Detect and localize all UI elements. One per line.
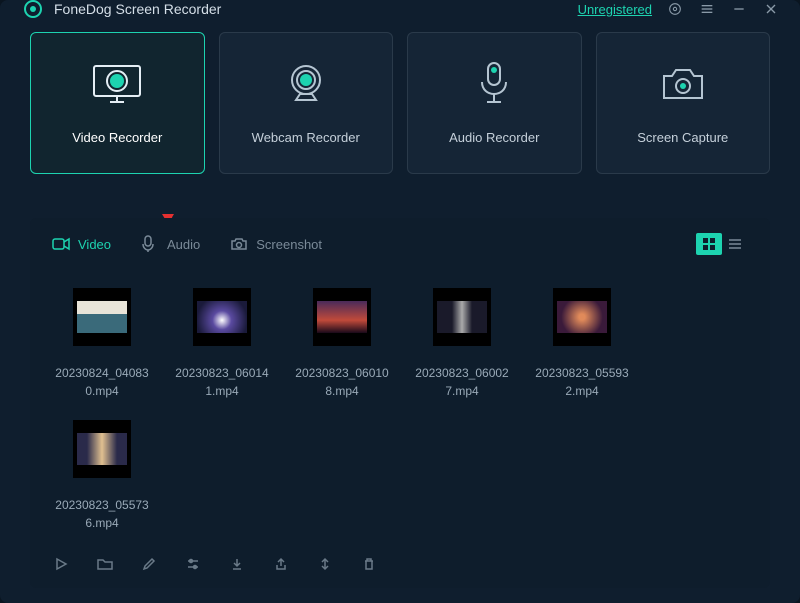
- thumbnail-icon: [433, 288, 491, 346]
- mode-video-recorder[interactable]: Video Recorder: [30, 32, 205, 174]
- tab-label: Video: [78, 237, 111, 252]
- grid-view-button[interactable]: [696, 233, 722, 255]
- mode-label: Screen Capture: [637, 130, 728, 145]
- titlebar: FoneDog Screen Recorder Unregistered: [0, 0, 800, 18]
- minimize-icon[interactable]: [730, 0, 748, 18]
- mode-webcam-recorder[interactable]: Webcam Recorder: [219, 32, 394, 174]
- tab-video[interactable]: Video: [52, 235, 111, 253]
- list-item[interactable]: 20230823_060108.mp4: [292, 288, 392, 400]
- play-button[interactable]: [52, 555, 70, 573]
- menu-icon[interactable]: [698, 0, 716, 18]
- list-item[interactable]: 20230823_055932.mp4: [532, 288, 632, 400]
- settings-gear-icon[interactable]: [666, 0, 684, 18]
- app-title: FoneDog Screen Recorder: [54, 1, 221, 17]
- mode-label: Video Recorder: [72, 130, 162, 145]
- app-logo-icon: [24, 0, 42, 18]
- thumbnail-icon: [193, 288, 251, 346]
- titlebar-controls: Unregistered: [578, 0, 780, 18]
- thumbnail-icon: [553, 288, 611, 346]
- sliders-button[interactable]: [184, 555, 202, 573]
- thumbnail-icon: [73, 288, 131, 346]
- microphone-icon: [477, 62, 511, 106]
- tab-label: Audio: [167, 237, 200, 252]
- screenshot-icon: [230, 235, 248, 253]
- library-toolbar: [30, 540, 770, 588]
- tab-audio[interactable]: Audio: [141, 235, 200, 253]
- library-tabs: Video Audio Screenshot: [30, 218, 770, 270]
- list-view-button[interactable]: [722, 233, 748, 255]
- thumbnail-icon: [73, 420, 131, 478]
- tab-label: Screenshot: [256, 237, 322, 252]
- registration-status-link[interactable]: Unregistered: [578, 2, 652, 17]
- file-name: 20230823_055736.mp4: [52, 496, 152, 532]
- mode-label: Audio Recorder: [449, 130, 539, 145]
- video-icon: [52, 235, 70, 253]
- audio-icon: [141, 235, 159, 253]
- file-name: 20230823_055932.mp4: [532, 364, 632, 400]
- mode-audio-recorder[interactable]: Audio Recorder: [407, 32, 582, 174]
- main-window: FoneDog Screen Recorder Unregistered: [0, 0, 800, 603]
- tab-screenshot[interactable]: Screenshot: [230, 235, 322, 253]
- thumbnail-icon: [313, 288, 371, 346]
- share-button[interactable]: [272, 555, 290, 573]
- file-name: 20230824_040830.mp4: [52, 364, 152, 400]
- library-panel: Video Audio Screenshot: [30, 218, 770, 588]
- download-button[interactable]: [228, 555, 246, 573]
- mode-screen-capture[interactable]: Screen Capture: [596, 32, 771, 174]
- link-button[interactable]: [316, 555, 334, 573]
- list-item[interactable]: 20230823_060141.mp4: [172, 288, 272, 400]
- mode-label: Webcam Recorder: [252, 130, 360, 145]
- file-name: 20230823_060141.mp4: [172, 364, 272, 400]
- open-folder-button[interactable]: [96, 555, 114, 573]
- view-toggle: [696, 233, 748, 255]
- file-name: 20230823_060027.mp4: [412, 364, 512, 400]
- mode-selector: Video Recorder Webcam Recorder: [0, 18, 800, 174]
- camera-icon: [658, 62, 708, 106]
- list-item[interactable]: 20230824_040830.mp4: [52, 288, 152, 400]
- library-grid: 20230824_040830.mp4 20230823_060141.mp4 …: [30, 270, 770, 540]
- edit-button[interactable]: [140, 555, 158, 573]
- list-item[interactable]: 20230823_055736.mp4: [52, 420, 152, 532]
- monitor-record-icon: [90, 62, 144, 106]
- delete-button[interactable]: [360, 555, 378, 573]
- close-icon[interactable]: [762, 0, 780, 18]
- list-item[interactable]: 20230823_060027.mp4: [412, 288, 512, 400]
- webcam-icon: [284, 62, 328, 106]
- file-name: 20230823_060108.mp4: [292, 364, 392, 400]
